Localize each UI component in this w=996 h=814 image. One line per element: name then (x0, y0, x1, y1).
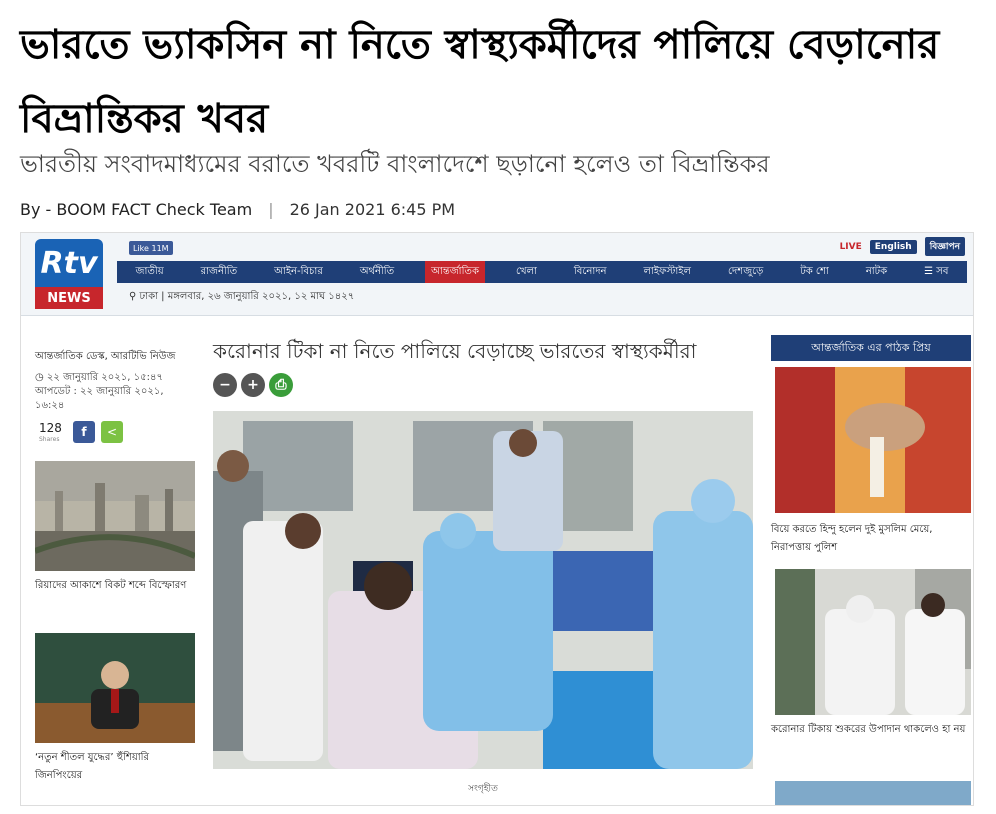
share-number: 128 (39, 421, 62, 435)
thumb-xi[interactable] (35, 633, 195, 743)
thumb-vaccine[interactable] (775, 569, 971, 715)
updated-time: আপডেট : ২২ জানুয়ারি ২০২১, ১৬:২৪ (35, 386, 164, 411)
nav-item[interactable]: জাতীয় (130, 261, 170, 283)
thumb-partial[interactable] (775, 781, 971, 805)
main-photo (213, 411, 753, 769)
nav-item[interactable]: নাটক (860, 261, 893, 283)
nav-item[interactable]: ☰ সব (918, 261, 954, 283)
print-icon[interactable]: ⎙ (269, 373, 293, 397)
popular-header: আন্তর্জাতিক এর পাঠক প্রিয় (771, 335, 971, 361)
dateline-text: ঢাকা | মঙ্গলবার, ২৬ জানুয়ারি ২০২১, ১২ ম… (139, 291, 355, 302)
zoom-in-icon[interactable]: + (241, 373, 265, 397)
right-caption-2[interactable]: করোনার টিকায় শুকরের উপাদান থাকলেও হা নয… (771, 721, 971, 739)
author-link[interactable]: By - BOOM FACT Check Team (20, 200, 252, 219)
embedded-screenshot: Rtv NEWS Like 11M LIVE English বিজ্ঞাপন … (20, 232, 974, 806)
article-headline: ভারতে ভ্যাকসিন না নিতে স্বাস্থ্যকর্মীদের… (20, 22, 940, 142)
zoom-out-icon[interactable]: − (213, 373, 237, 397)
ad-button[interactable]: বিজ্ঞাপন (924, 237, 965, 256)
utility-bar: LIVE English বিজ্ঞাপন (840, 237, 965, 256)
logo-sub: NEWS (35, 287, 103, 309)
nav-item[interactable]: খেলা (510, 261, 543, 283)
nav-item[interactable]: আন্তর্জাতিক (425, 261, 485, 283)
live-link[interactable]: LIVE (840, 242, 862, 252)
share-label: Shares (39, 436, 60, 443)
nav-item[interactable]: দেশজুড়ে (722, 261, 769, 283)
nav-item[interactable]: বিনোদন (568, 261, 613, 283)
english-button[interactable]: English (869, 239, 917, 254)
logo-text: Rtv (35, 239, 103, 287)
facebook-share-button[interactable]: f (73, 421, 95, 443)
facebook-like-button[interactable]: Like 11M (129, 241, 173, 255)
publish-date: 26 Jan 2021 6:45 PM (289, 200, 456, 219)
thumb-riyadh[interactable] (35, 461, 195, 571)
nav-item[interactable]: টক শো (794, 261, 835, 283)
timestamps: ◷ ২২ জানুয়ারি ২০২১, ১৫:৪৭ আপডেট : ২২ জা… (35, 371, 185, 413)
location-icon: ⚲ (129, 291, 137, 302)
nav-item[interactable]: লাইফস্টাইল (637, 261, 697, 283)
site-logo[interactable]: Rtv NEWS (35, 239, 103, 309)
nav-item[interactable]: রাজনীতি (195, 261, 244, 283)
nav-item[interactable]: আইন-বিচার (268, 261, 329, 283)
share-count: 128 Shares (39, 421, 62, 445)
share-button[interactable]: < (101, 421, 123, 443)
right-caption-1[interactable]: বিয়ে করতে হিন্দু হলেন দুই মুসলিম মেয়ে,… (771, 521, 971, 557)
author-desk: আন্তর্জাতিক ডেস্ক, আরটিভি নিউজ (35, 351, 176, 362)
nav-item[interactable]: অর্থনীতি (354, 261, 400, 283)
site-header: Rtv NEWS Like 11M LIVE English বিজ্ঞাপন … (21, 233, 973, 316)
article-tools: − + ⎙ (213, 373, 293, 397)
article-subheadline: ভারতীয় সংবাদমাধ্যমের বরাতে খবরটি বাংলাদ… (20, 150, 770, 178)
article-title: করোনার টিকা না নিতে পালিয়ে বেড়াচ্ছে ভা… (213, 339, 697, 363)
main-nav: জাতীয় রাজনীতি আইন-বিচার অর্থনীতি আন্তর্জাতি… (117, 261, 967, 283)
left-caption-2[interactable]: ‘নতুন শীতল যুদ্ধের’ হুঁশিয়ারি জিনপিংয়ে… (35, 749, 195, 785)
thumb-wedding[interactable] (775, 367, 971, 513)
dateline: ⚲ ঢাকা | মঙ্গলবার, ২৬ জানুয়ারি ২০২১, ১২… (129, 289, 354, 306)
clock-icon: ◷ (35, 372, 44, 383)
photo-credit: সংগৃহীত (468, 784, 498, 794)
published-time: ২২ জানুয়ারি ২০২১, ১৫:৪৭ (46, 372, 163, 383)
left-caption-1[interactable]: রিয়াদের আকাশে বিকট শব্দে বিস্ফোরণ (35, 577, 195, 595)
byline-separator: | (268, 200, 274, 219)
article-byline: By - BOOM FACT Check Team | 26 Jan 2021 … (20, 200, 455, 219)
